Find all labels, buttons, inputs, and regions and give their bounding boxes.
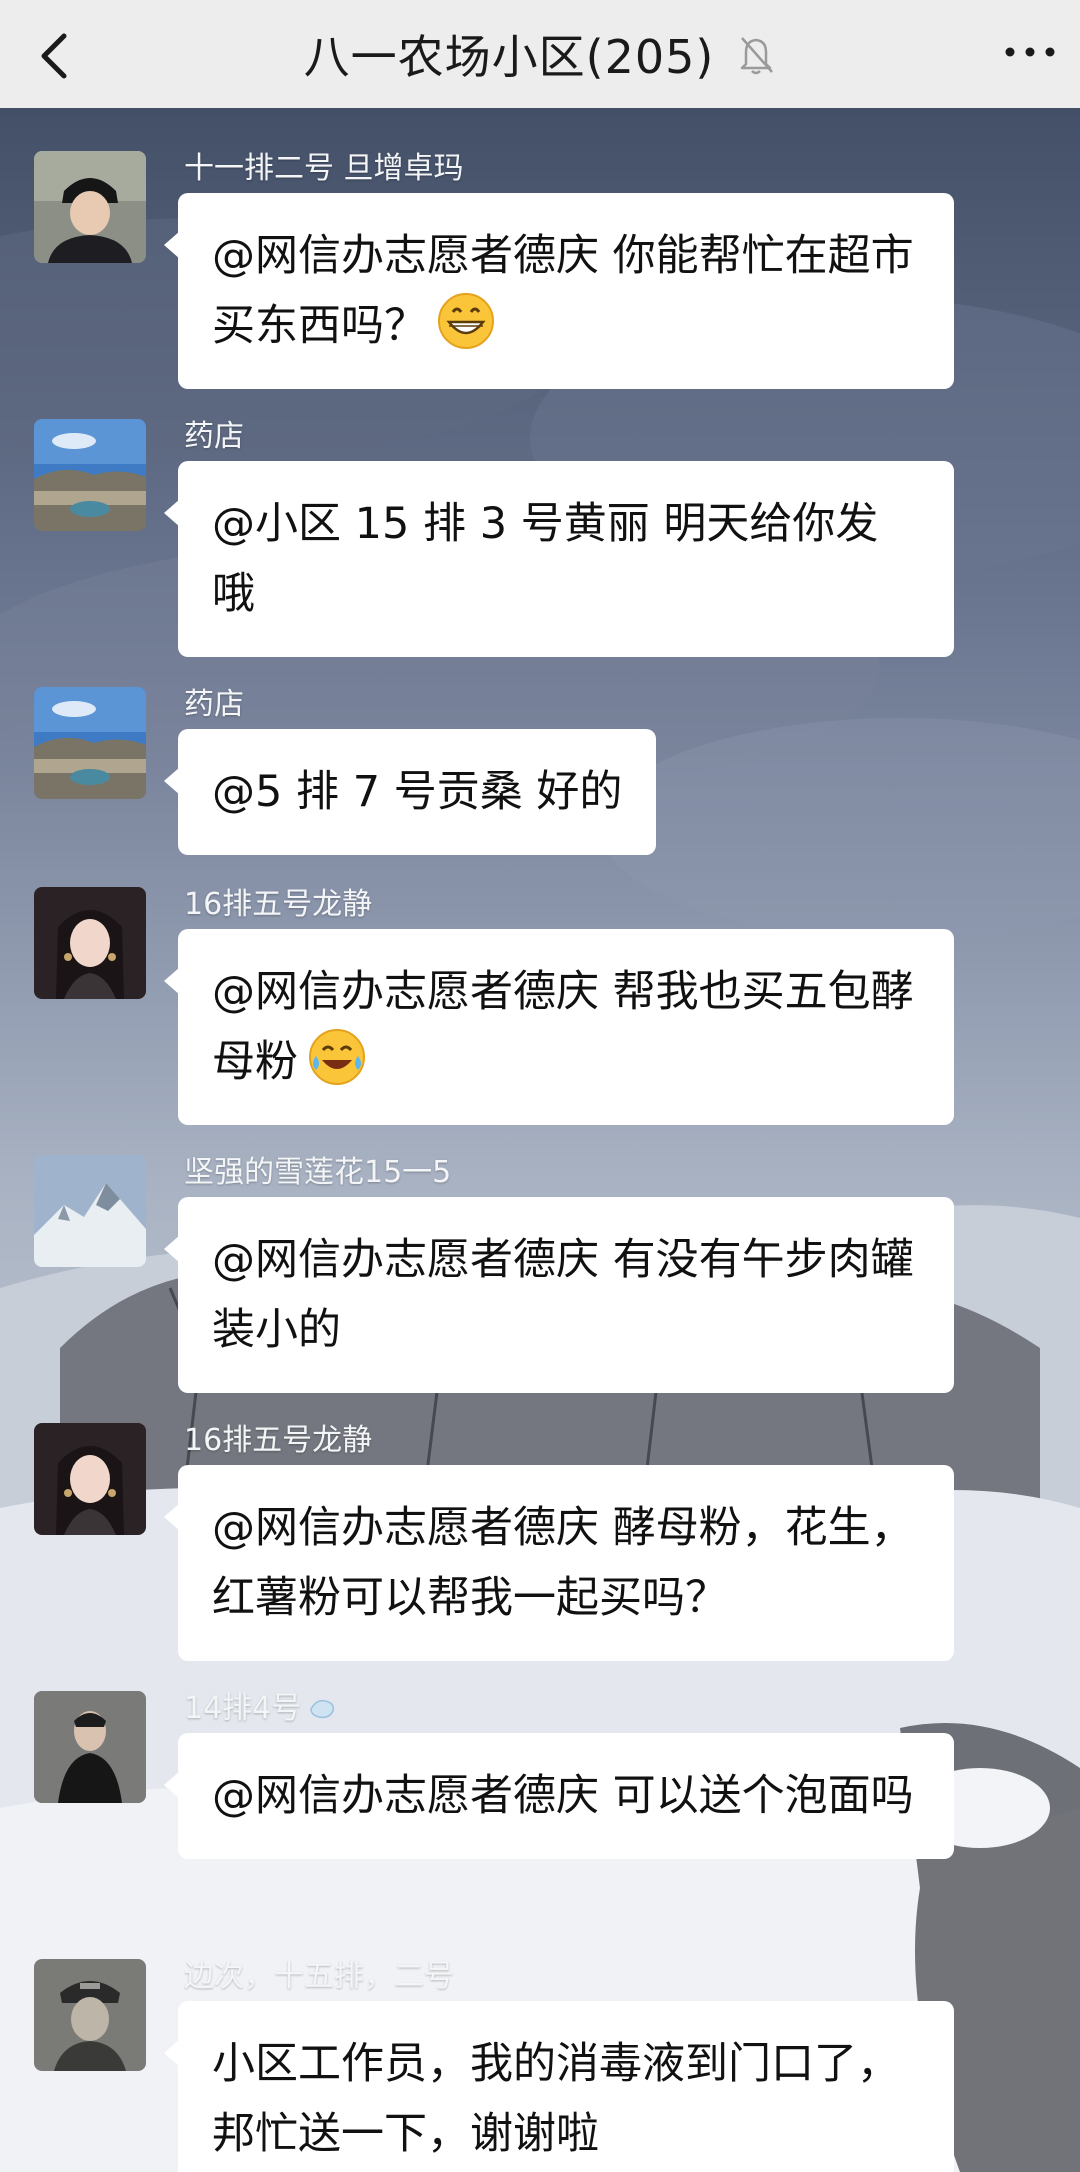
message-text: 小区工作员，我的消毒液到门口了，邦忙送一下，谢谢啦	[212, 2039, 900, 2159]
avatar[interactable]	[34, 419, 146, 531]
chat-header: 八一农场小区(205)	[0, 0, 1080, 108]
message-bubble[interactable]: @网信办志愿者德庆 你能帮忙在超市买东西吗？	[164, 193, 954, 389]
message-text: @网信办志愿者德庆 你能帮忙在超市买东西吗？	[212, 231, 914, 351]
message-text: @网信办志愿者德庆 可以送个泡面吗	[212, 1771, 914, 1821]
message-bubble[interactable]: 小区工作员，我的消毒液到门口了，邦忙送一下，谢谢啦	[164, 2001, 954, 2172]
message-bubble[interactable]: @小区 15 排 3 号黄丽 明天给你发哦	[164, 461, 954, 657]
sender-name: 边次，十五排，二号	[184, 1959, 454, 1994]
avatar[interactable]	[34, 887, 146, 999]
grinning-emoji-icon	[438, 293, 494, 349]
droplet-icon	[310, 1699, 335, 1719]
message-bubble[interactable]: @5 排 7 号贡桑 好的	[163, 729, 657, 855]
more-dots-icon[interactable]	[998, 30, 1062, 74]
avatar[interactable]	[34, 1155, 146, 1267]
message-bubble[interactable]: @网信办志愿者德庆 酵母粉，花生，红薯粉可以帮我一起买吗？	[164, 1465, 954, 1661]
message-text: @网信办志愿者德庆 酵母粉，花生，红薯粉可以帮我一起买吗？	[212, 1503, 914, 1623]
message-text: @网信办志愿者德庆 有没有午步肉罐装小的	[212, 1235, 914, 1355]
tears-of-joy-emoji-icon	[309, 1029, 365, 1085]
sender-name: 药店	[184, 687, 244, 722]
snow-landscape-wallpaper	[0, 218, 1080, 2172]
chat-background: 十一排二号 旦增卓玛 @网信办志愿者德庆 你能帮忙在超市买东西吗？ 药店 @小区…	[0, 108, 1080, 2172]
sender-name: 14排4号	[184, 1683, 337, 1727]
sender-name: 16排五号龙静	[184, 1423, 373, 1458]
chat-title: 八一农场小区(205)	[303, 30, 715, 84]
message-text: @5 排 7 号贡桑 好的	[212, 767, 623, 817]
avatar[interactable]	[34, 1691, 146, 1803]
sender-name: 十一排二号 旦增卓玛	[184, 151, 464, 186]
avatar[interactable]	[34, 1423, 146, 1535]
sender-name: 药店	[184, 419, 244, 454]
message-text: @小区 15 排 3 号黄丽 明天给你发哦	[212, 499, 879, 619]
message-bubble[interactable]: @网信办志愿者德庆 有没有午步肉罐装小的	[164, 1197, 954, 1393]
message-bubble[interactable]: @网信办志愿者德庆 可以送个泡面吗	[164, 1733, 954, 1859]
sender-name-text: 14排4号	[184, 1691, 302, 1726]
avatar[interactable]	[34, 151, 146, 263]
avatar[interactable]	[34, 687, 146, 799]
bell-slash-icon	[741, 37, 774, 75]
sender-name: 坚强的雪莲花15一5	[184, 1155, 452, 1190]
sender-name: 16排五号龙静	[184, 887, 373, 922]
avatar[interactable]	[34, 1959, 146, 2071]
message-bubble[interactable]: @网信办志愿者德庆 帮我也买五包酵母粉	[164, 929, 954, 1125]
